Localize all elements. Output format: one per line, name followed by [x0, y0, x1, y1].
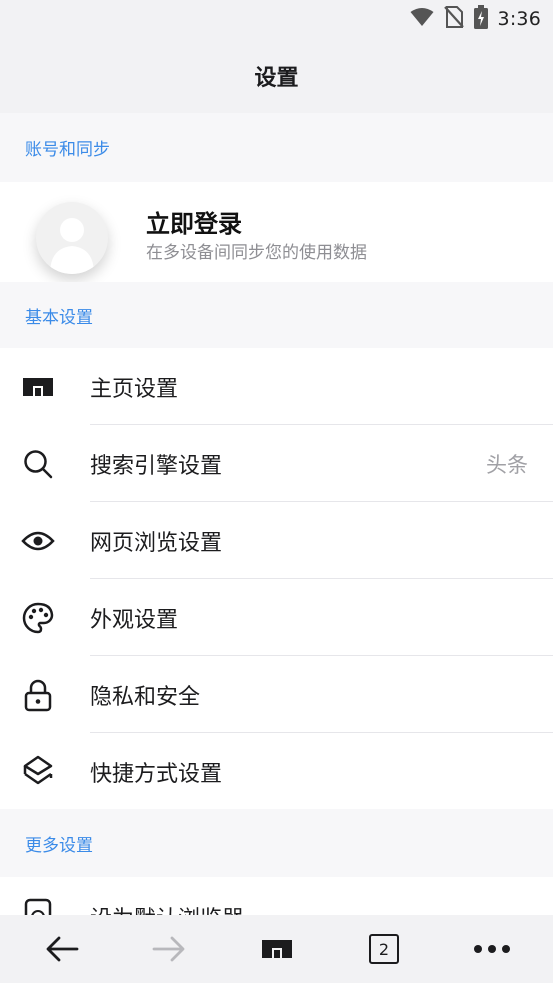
eye-icon — [20, 523, 56, 559]
settings-item-browsing[interactable]: 网页浏览设置 — [0, 502, 553, 579]
settings-item-label: 隐私和安全 — [90, 684, 201, 710]
settings-item-shortcuts[interactable]: 快捷方式设置 — [0, 733, 553, 810]
shortcut-icon — [20, 754, 56, 790]
settings-item-default-browser[interactable]: 设为默认浏览器 — [0, 877, 553, 917]
back-button[interactable] — [42, 929, 82, 969]
page-title: 设置 — [254, 65, 299, 91]
basic-settings-list: 主页设置 搜索引擎设置 头条 网页浏览设置 外观设置 隐私和安全 快捷方式设置 — [0, 348, 553, 810]
battery-charging-icon — [473, 5, 488, 33]
search-engine-value: 头条 — [486, 452, 528, 477]
avatar[interactable] — [36, 202, 108, 274]
settings-item-label: 主页设置 — [90, 376, 179, 402]
tabs-icon: 2 — [369, 934, 399, 964]
section-header-more: 更多设置 — [0, 809, 553, 877]
forward-button[interactable] — [149, 929, 189, 969]
settings-item-search-engine[interactable]: 搜索引擎设置 头条 — [0, 425, 553, 502]
login-subtitle: 在多设备间同步您的使用数据 — [146, 243, 367, 263]
settings-item-label: 网页浏览设置 — [90, 530, 223, 556]
default-browser-icon — [20, 897, 56, 917]
more-settings-list: 设为默认浏览器 — [0, 877, 553, 917]
settings-item-appearance[interactable]: 外观设置 — [0, 579, 553, 656]
home-icon — [262, 940, 292, 958]
tabs-button[interactable]: 2 — [364, 929, 404, 969]
section-header-account: 账号和同步 — [0, 113, 553, 182]
section-title-account: 账号和同步 — [25, 140, 110, 160]
tab-count: 2 — [378, 939, 390, 959]
settings-item-label: 外观设置 — [90, 607, 179, 633]
login-card[interactable]: 立即登录 在多设备间同步您的使用数据 — [0, 182, 553, 282]
status-time: 3:36 — [497, 8, 541, 30]
search-icon — [20, 446, 56, 482]
more-icon — [474, 945, 510, 953]
section-header-basic: 基本设置 — [0, 282, 553, 348]
login-title: 立即登录 — [146, 210, 242, 238]
home-button[interactable] — [257, 929, 297, 969]
section-title-more: 更多设置 — [25, 835, 93, 856]
user-avatar-icon — [50, 218, 94, 274]
lock-icon — [20, 677, 56, 713]
forward-icon — [152, 936, 185, 962]
app-header: 设置 — [0, 38, 553, 113]
palette-icon — [20, 600, 56, 636]
home-icon — [20, 369, 56, 405]
settings-item-label: 搜索引擎设置 — [90, 453, 223, 479]
bottom-nav: 2 — [0, 915, 553, 983]
section-title-basic: 基本设置 — [25, 307, 93, 328]
settings-item-privacy[interactable]: 隐私和安全 — [0, 656, 553, 733]
settings-item-label: 快捷方式设置 — [90, 761, 223, 787]
status-bar: 3:36 — [0, 0, 553, 38]
back-icon — [46, 936, 79, 962]
no-sim-icon — [443, 5, 464, 33]
more-button[interactable] — [472, 929, 512, 969]
settings-item-homepage[interactable]: 主页设置 — [0, 348, 553, 425]
wifi-icon — [410, 7, 434, 31]
